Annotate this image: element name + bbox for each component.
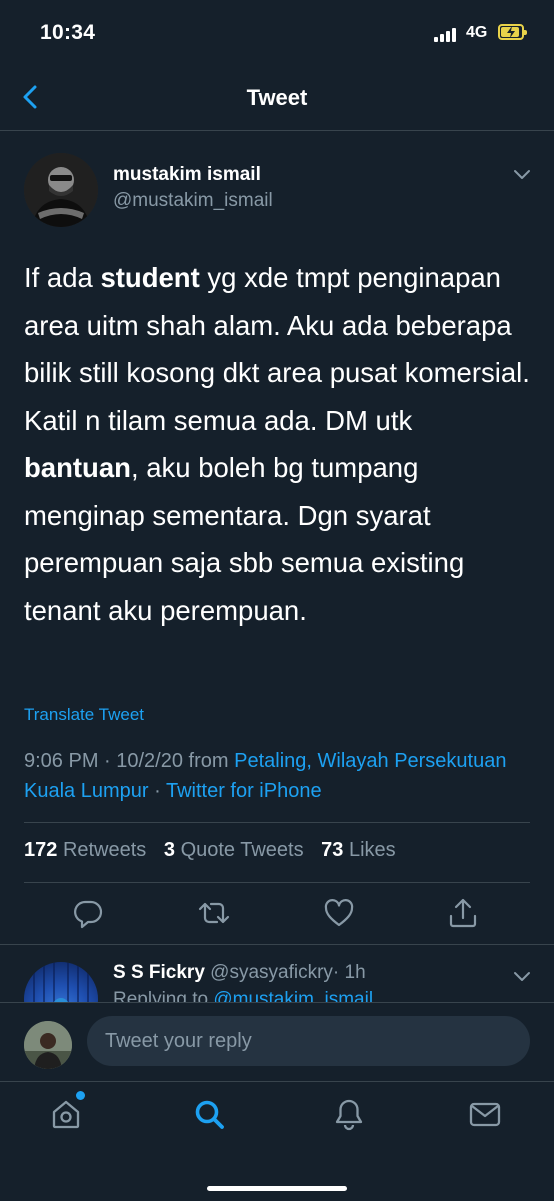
divider <box>24 882 530 883</box>
author-handle[interactable]: @mustakim_ismail <box>113 190 273 212</box>
tweet-meta: 9:06 PM · 10/2/20 from Petaling, Wilayah… <box>24 746 534 806</box>
tab-bar <box>0 1081 554 1201</box>
reply-time: · 1h <box>332 962 366 983</box>
replying-to: Replying to @mustakim_ismail <box>113 989 373 1002</box>
reply-icon[interactable] <box>71 896 105 930</box>
quotes-count: 3 <box>163 839 175 861</box>
author-name[interactable]: mustakim ismail <box>113 164 261 186</box>
tweet-source-link[interactable]: Twitter for iPhone <box>166 780 322 802</box>
tweet-header: mustakim ismail @mustakim_ismail <box>0 150 554 230</box>
home-notification-dot <box>76 1091 85 1100</box>
quote-tweets-stat[interactable]: 3 Quote Tweets <box>164 839 304 861</box>
share-icon[interactable] <box>446 896 480 930</box>
notifications-icon[interactable] <box>331 1096 367 1132</box>
divider <box>24 822 530 823</box>
likes-count: 73 <box>321 839 344 861</box>
reply-author-handle: @syasyafickry <box>210 962 333 983</box>
like-icon[interactable] <box>322 896 356 930</box>
reply-author-name: S S Fickry <box>113 962 205 983</box>
home-icon[interactable] <box>48 1096 84 1132</box>
retweet-icon[interactable] <box>197 896 231 930</box>
retweets-label: Retweets <box>62 839 147 861</box>
battery-charging-icon <box>498 24 527 40</box>
chevron-down-icon[interactable] <box>512 966 532 986</box>
tweet-actions <box>0 896 554 932</box>
messages-icon[interactable] <box>467 1096 503 1132</box>
tweet-text-bold: student <box>100 262 200 293</box>
retweets-count: 172 <box>24 839 58 861</box>
search-icon[interactable] <box>191 1096 227 1132</box>
meta-separator: · <box>148 780 166 802</box>
signal-icon <box>434 28 462 42</box>
tweet-text: If ada student yg xde tmpt penginapan ar… <box>24 254 534 634</box>
network-label: 4G <box>466 24 488 41</box>
replying-to-handle[interactable]: @mustakim_ismail <box>213 989 373 1002</box>
retweets-stat[interactable]: 172 Retweets <box>24 839 146 861</box>
tweet-timestamp: 9:06 PM · 10/2/20 from <box>24 750 235 772</box>
reply-item[interactable]: S S Fickry @syasyafickry· 1h Replying to… <box>0 956 554 1002</box>
home-indicator <box>207 1186 347 1191</box>
likes-label: Likes <box>348 839 396 861</box>
reply-input[interactable] <box>87 1016 530 1066</box>
translate-tweet-link[interactable]: Translate Tweet <box>24 705 144 725</box>
status-time: 10:34 <box>40 21 96 44</box>
quotes-label: Quote Tweets <box>180 839 304 861</box>
replying-to-prefix: Replying to <box>113 989 214 1002</box>
my-avatar[interactable] <box>24 1021 72 1069</box>
reply-author[interactable]: S S Fickry @syasyafickry· 1h <box>113 962 366 984</box>
tweet-text-segment: If ada <box>24 262 101 293</box>
likes-stat[interactable]: 73 Likes <box>321 839 396 861</box>
reply-composer <box>0 1002 554 1081</box>
status-bar: 10:34 4G <box>0 0 554 66</box>
divider <box>0 944 554 945</box>
page-title: Tweet <box>246 85 308 110</box>
tweet-stats: 172 Retweets 3 Quote Tweets 73 Likes <box>24 839 408 862</box>
chevron-down-icon[interactable] <box>512 164 532 184</box>
tweet-text-bold: bantuan <box>24 452 131 483</box>
reply-avatar[interactable] <box>24 962 98 1002</box>
author-avatar[interactable] <box>24 153 98 227</box>
top-nav: Tweet <box>0 66 554 131</box>
